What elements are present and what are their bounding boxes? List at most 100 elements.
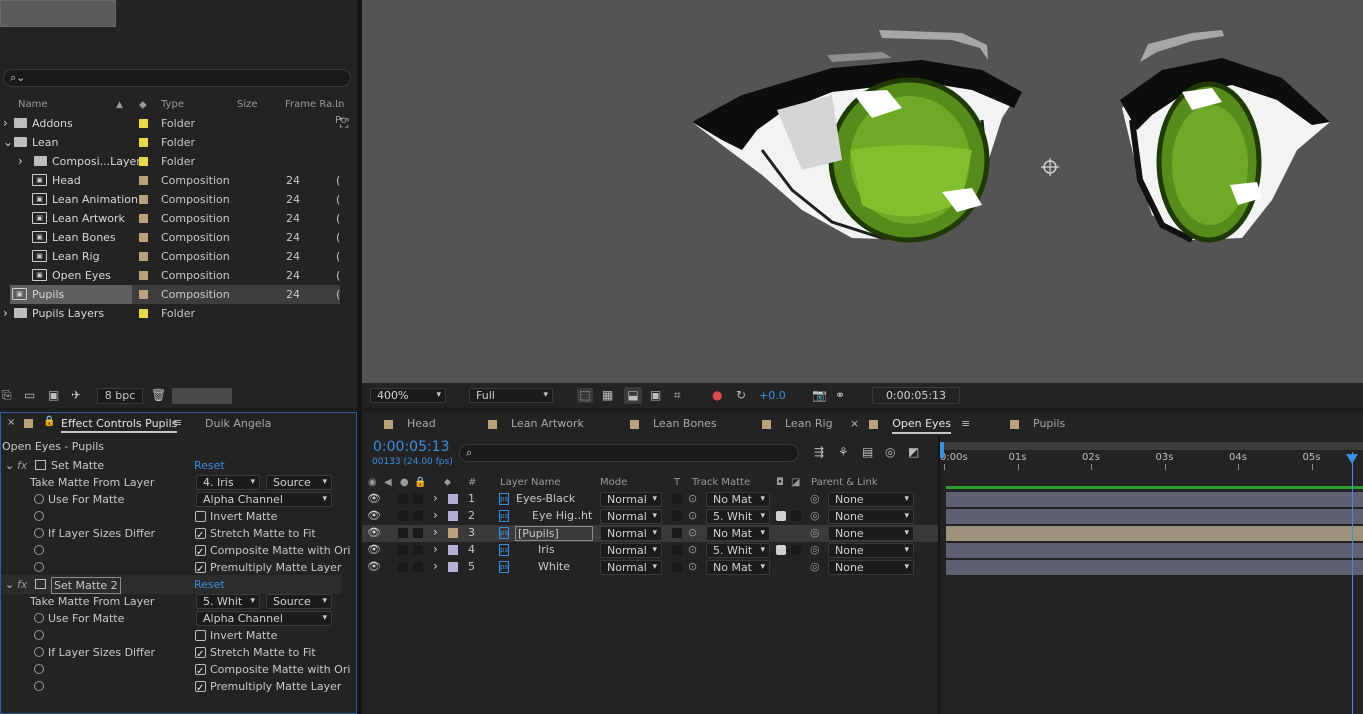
blend-mode-dropdown[interactable]: Normal ▾: [600, 526, 662, 541]
project-search-input[interactable]: ⌕⌄: [3, 69, 351, 87]
layer-name[interactable]: Eyes-Black: [516, 492, 575, 505]
solo-box[interactable]: [398, 528, 408, 538]
col-layer-name[interactable]: Layer Name: [500, 475, 561, 491]
timeline-timecode[interactable]: 0:00:05:13: [373, 439, 450, 455]
parent-dropdown[interactable]: None ▾: [828, 509, 914, 524]
matte-alpha-toggle[interactable]: [791, 545, 801, 555]
blend-mode-dropdown[interactable]: Normal ▾: [600, 543, 662, 558]
layer-duration-bar[interactable]: [946, 560, 1363, 575]
lock-box[interactable]: [413, 545, 423, 555]
take-matte-dropdown[interactable]: 4. Iris ▾: [196, 475, 260, 490]
use-for-matte-dropdown[interactable]: Alpha Channel ▾: [196, 492, 332, 507]
preserve-transparency-box[interactable]: [672, 562, 682, 572]
matte-alpha-toggle[interactable]: [791, 511, 801, 521]
blend-mode-dropdown[interactable]: Normal ▾: [600, 560, 662, 575]
use-for-matte-dropdown[interactable]: Alpha Channel ▾: [196, 611, 332, 626]
audio-toggle-icon[interactable]: ◀: [384, 475, 392, 491]
time-indicator-head[interactable]: [1346, 454, 1358, 464]
motion-blur-icon[interactable]: ◩: [908, 445, 919, 459]
project-item-label-color[interactable]: [139, 233, 148, 242]
work-area-bar[interactable]: [943, 442, 1363, 450]
blend-mode-dropdown[interactable]: Normal ▾: [600, 492, 662, 507]
mask-visibility-icon[interactable]: ⬓: [624, 387, 642, 404]
stopwatch-icon[interactable]: [34, 647, 44, 657]
anchor-point-icon[interactable]: [1041, 158, 1059, 176]
take-matte-dropdown[interactable]: 5. Whit ▾: [196, 594, 260, 609]
chevron-right-icon[interactable]: ›: [433, 508, 438, 522]
layer-name[interactable]: Eye Hig..ht: [532, 509, 592, 522]
stopwatch-icon[interactable]: [34, 511, 44, 521]
preserve-transparency-box[interactable]: [672, 511, 682, 521]
chevron-right-icon[interactable]: ›: [3, 304, 8, 323]
project-item-label-color[interactable]: [139, 271, 148, 280]
reset-exposure-icon[interactable]: ↻: [736, 388, 746, 402]
visibility-eye-icon[interactable]: 👁: [367, 543, 381, 556]
invert-matte-checkbox[interactable]: [195, 510, 206, 522]
stopwatch-icon[interactable]: [34, 613, 44, 623]
parent-pickwhip-icon[interactable]: ◎: [810, 492, 820, 505]
solo-box[interactable]: [398, 545, 408, 555]
matte-invert-toggle[interactable]: [776, 545, 786, 555]
track-matte-dropdown[interactable]: No Mat ▾: [706, 492, 770, 507]
col-size[interactable]: Size: [237, 97, 258, 113]
project-item[interactable]: › Addons Folder: [0, 114, 340, 133]
timeline-layer-row[interactable]: 👁 › 5 ps White Normal ▾ ⊙ No Mat ▾ ◎ None ▾: [362, 559, 940, 576]
grid-guides-icon[interactable]: ⌗: [674, 388, 681, 403]
exposure-value[interactable]: +0.0: [759, 389, 786, 402]
lock-box[interactable]: [413, 511, 423, 521]
visibility-eye-icon[interactable]: 👁: [367, 526, 381, 539]
timeline-search-input[interactable]: ⌕: [459, 444, 799, 462]
chevron-right-icon[interactable]: ›: [433, 559, 438, 573]
col-parent[interactable]: Parent & Link: [811, 475, 878, 491]
chevron-right-icon[interactable]: ›: [3, 114, 8, 133]
stopwatch-icon[interactable]: [34, 528, 44, 538]
parent-dropdown[interactable]: None ▾: [828, 543, 914, 558]
transparency-grid-icon[interactable]: ▦: [602, 388, 613, 402]
panel-menu-icon[interactable]: ≡: [173, 416, 182, 429]
solo-box[interactable]: [398, 562, 408, 572]
resolution-dropdown[interactable]: Full ▾: [469, 388, 553, 403]
preserve-transparency-box[interactable]: [672, 494, 682, 504]
lock-box[interactable]: [413, 494, 423, 504]
composition-viewer[interactable]: [362, 0, 1363, 383]
tab-duik-angela[interactable]: Duik Angela: [205, 417, 271, 430]
invert-matte-checkbox[interactable]: [195, 629, 206, 641]
track-matte-dropdown[interactable]: 5. Whit ▾: [706, 543, 770, 558]
col-frame-rate[interactable]: Frame Ra...: [285, 97, 342, 113]
visibility-eye-icon[interactable]: 👁: [367, 492, 381, 505]
timeline-tab[interactable]: Pupils: [1010, 412, 1065, 436]
timeline-tab[interactable]: × Open Eyes ≡: [850, 412, 970, 436]
project-item[interactable]: ▣ Pupils Composition 24 (: [0, 285, 340, 304]
project-item-label-color[interactable]: [139, 157, 148, 166]
project-item[interactable]: ▣ Lean Artwork Composition 24 (: [0, 209, 340, 228]
composite-matte-checkbox[interactable]: [195, 662, 206, 681]
solo-toggle-icon[interactable]: ●: [400, 475, 409, 491]
blend-mode-dropdown[interactable]: Normal ▾: [600, 509, 662, 524]
chevron-right-icon[interactable]: ›: [433, 525, 438, 539]
snapshot-icon[interactable]: 📷: [812, 388, 827, 402]
layer-duration-bar[interactable]: [946, 509, 1363, 524]
timeline-tab[interactable]: Lean Artwork: [488, 412, 584, 436]
project-item-label-color[interactable]: [139, 195, 148, 204]
project-item[interactable]: ▣ Lean Animation Composition 24 (: [0, 190, 340, 209]
work-area-start-marker[interactable]: [940, 442, 944, 458]
timeline-tab[interactable]: Lean Bones: [630, 412, 717, 436]
timeline-tab[interactable]: Head: [384, 412, 436, 436]
project-item[interactable]: ▣ Lean Bones Composition 24 (: [0, 228, 340, 247]
col-name[interactable]: Name: [18, 97, 48, 113]
color-channels-icon[interactable]: ●: [712, 388, 722, 402]
chevron-right-icon[interactable]: ›: [433, 542, 438, 556]
stopwatch-icon[interactable]: [34, 545, 44, 555]
close-tab-icon[interactable]: ×: [850, 417, 859, 430]
stopwatch-icon[interactable]: [34, 630, 44, 640]
viewer-timecode[interactable]: 0:00:05:13: [872, 387, 960, 404]
layer-duration-bar[interactable]: [946, 526, 1363, 541]
timeline-layer-row[interactable]: 👁 › 4 ps Iris Normal ▾ ⊙ 5. Whit ▾ ◎ None ▾: [362, 542, 940, 559]
track-matte-dropdown[interactable]: 5. Whit ▾: [706, 509, 770, 524]
chevron-right-icon[interactable]: ›: [433, 491, 438, 505]
zoom-dropdown[interactable]: 400% ▾: [370, 388, 446, 403]
project-item-label-color[interactable]: [139, 214, 148, 223]
project-item[interactable]: ▣ Open Eyes Composition 24 (: [0, 266, 340, 285]
layer-name[interactable]: Iris: [538, 543, 555, 556]
stopwatch-icon[interactable]: [34, 664, 44, 674]
